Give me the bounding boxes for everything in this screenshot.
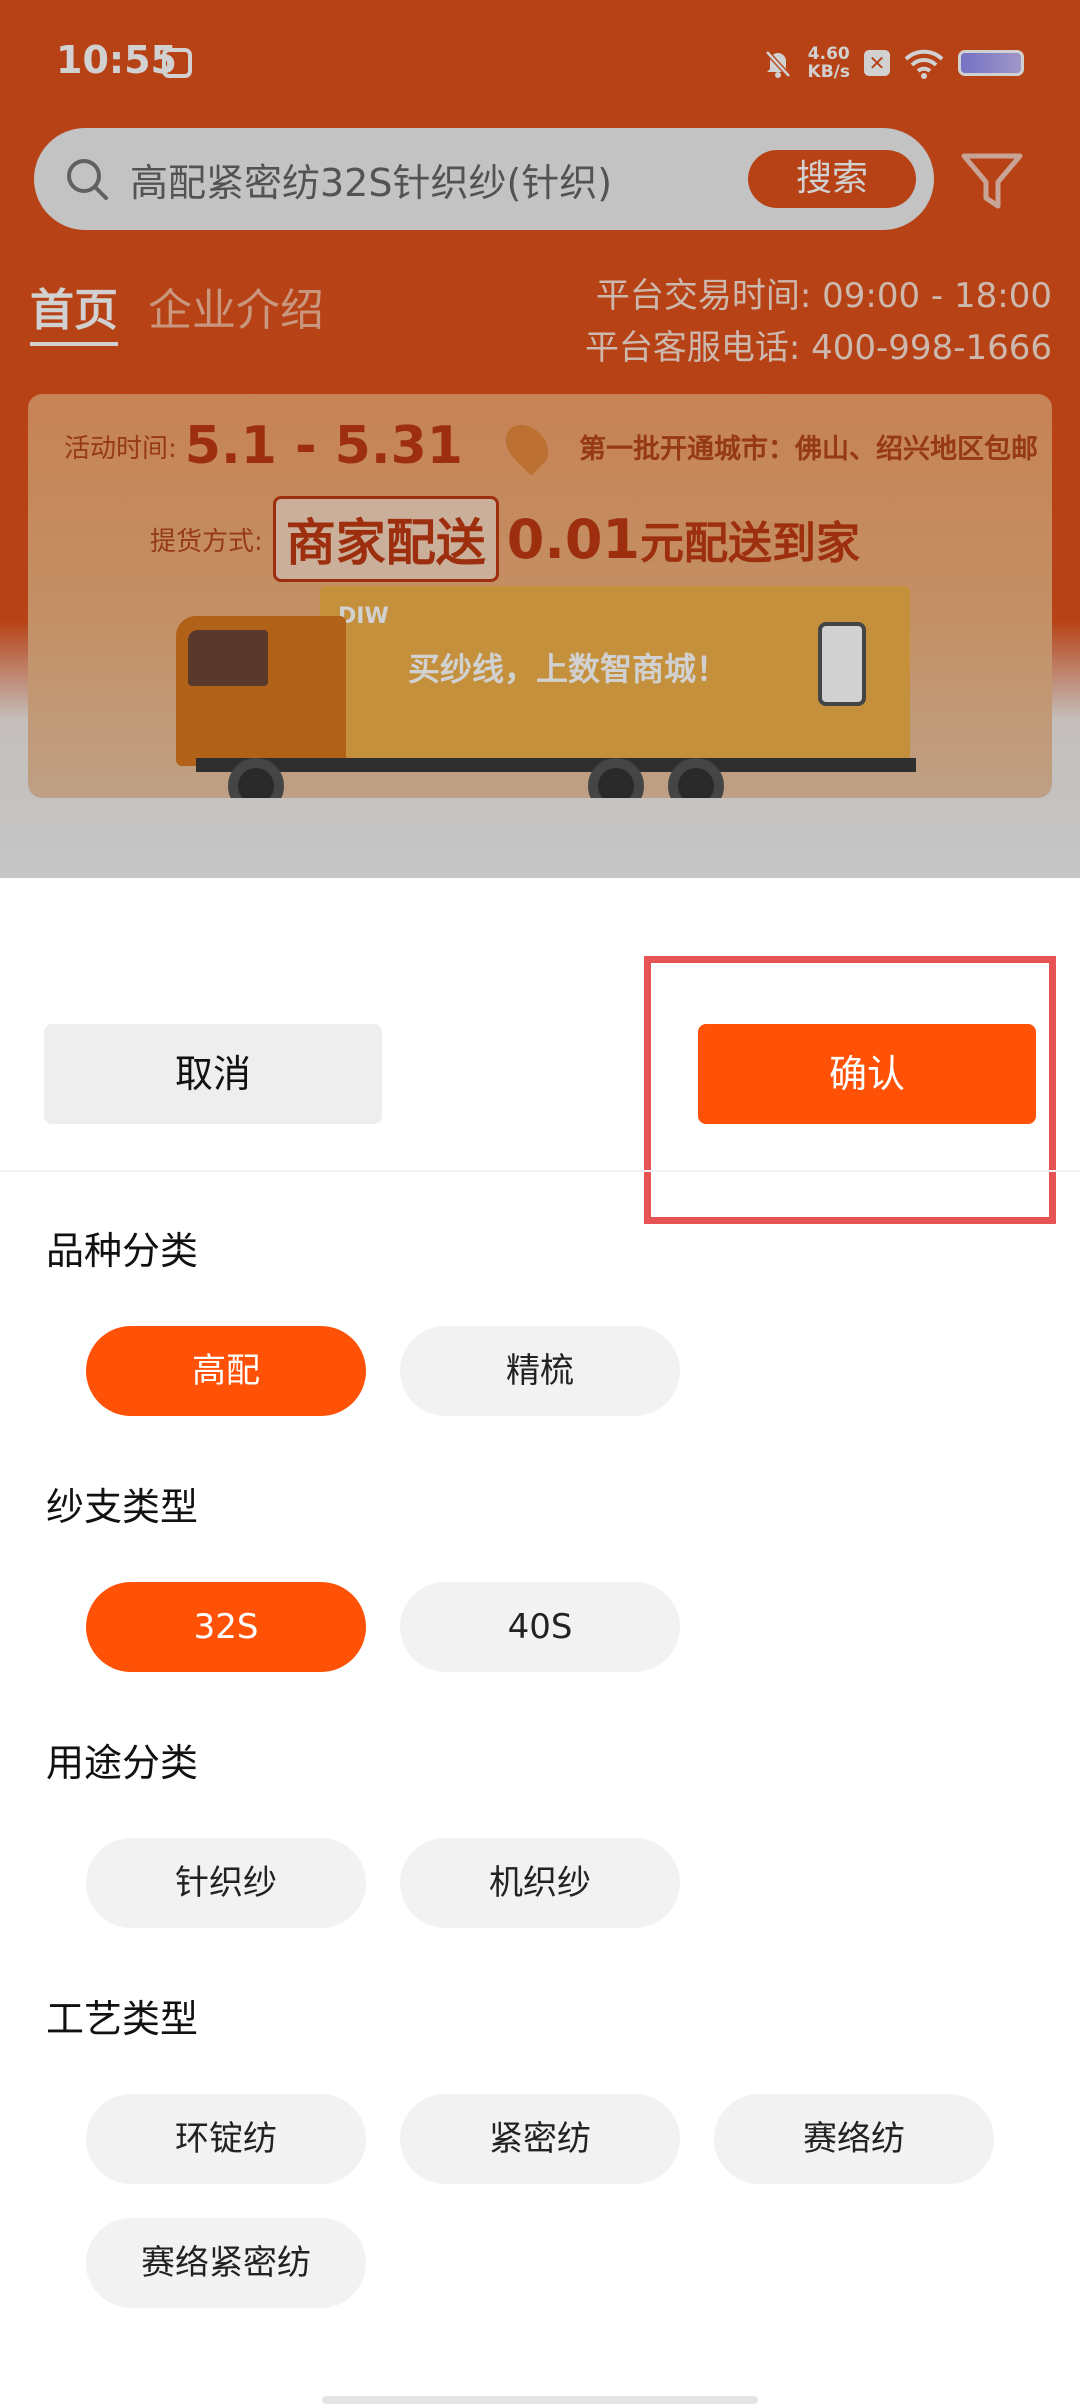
section-title-yarn-count: 纱支类型 [46,1485,199,1529]
modal-overlay[interactable] [0,0,1080,880]
filter-sheet: 取消 确认 品种分类 高配 精梳 纱支类型 32S 40S 用途分类 针织纱 机… [0,878,1080,2408]
chip-usage-knitting[interactable]: 针织纱 [86,1838,366,1928]
section-title-process: 工艺类型 [46,1997,199,2041]
chip-variety-gaopei[interactable]: 高配 [86,1326,366,1416]
chip-yarn-32s[interactable]: 32S [86,1582,366,1672]
cancel-button[interactable]: 取消 [44,1024,382,1124]
confirm-highlight-box [644,956,1056,1224]
chip-variety-jingshu[interactable]: 精梳 [400,1326,680,1416]
chip-process-ring[interactable]: 环锭纺 [86,2094,366,2184]
chip-process-siro[interactable]: 赛络纺 [714,2094,994,2184]
section-title-variety: 品种分类 [46,1229,199,1273]
chip-yarn-40s[interactable]: 40S [400,1582,680,1672]
home-indicator[interactable] [322,2396,758,2404]
divider [0,1170,1080,1172]
chip-process-siro-compact[interactable]: 赛络紧密纺 [86,2218,366,2308]
chip-usage-weaving[interactable]: 机织纱 [400,1838,680,1928]
section-title-usage: 用途分类 [46,1741,199,1785]
chip-process-compact[interactable]: 紧密纺 [400,2094,680,2184]
